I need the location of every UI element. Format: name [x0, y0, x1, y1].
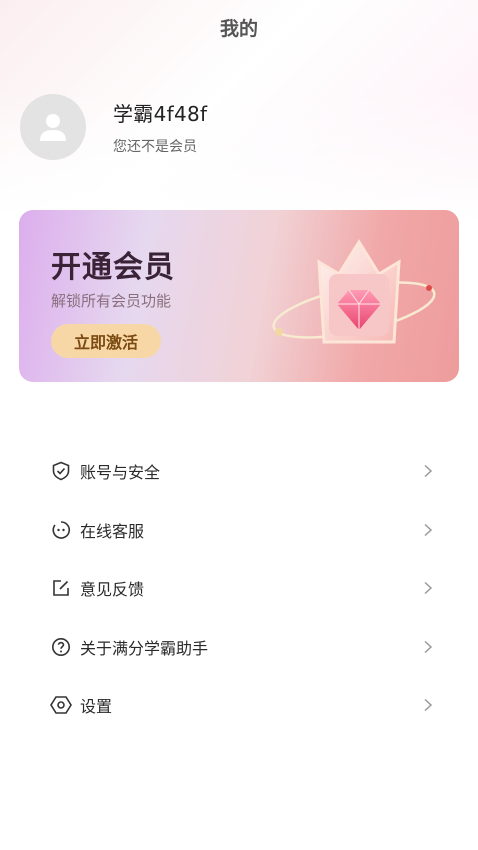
menu-item-label: 设置: [80, 697, 113, 717]
menu-item-account-security[interactable]: 账号与安全: [0, 442, 478, 501]
avatar[interactable]: [20, 94, 86, 160]
user-icon: [40, 114, 66, 141]
username: 学霸4f48f: [113, 102, 208, 126]
customer-service-icon: [50, 519, 72, 541]
vip-card[interactable]: 开通会员 解锁所有会员功能 立即激活: [19, 210, 459, 382]
menu-item-customer-service[interactable]: 在线客服: [0, 501, 478, 560]
settings-hexagon-icon: [50, 694, 72, 716]
menu-item-settings[interactable]: 设置: [0, 676, 478, 735]
menu-item-label: 账号与安全: [80, 463, 161, 483]
shield-check-icon: [50, 460, 72, 482]
settings-menu: 账号与安全 在线客服 意见反馈 关于满分学霸助手 设置: [0, 442, 478, 735]
profile-section[interactable]: 学霸4f48f 您还不是会员: [20, 94, 207, 160]
vip-title: 开通会员: [51, 250, 175, 285]
chevron-right-icon: [424, 582, 433, 595]
menu-item-label: 关于满分学霸助手: [80, 638, 209, 658]
activate-vip-button[interactable]: 立即激活: [51, 324, 161, 358]
edit-feedback-icon: [50, 577, 72, 599]
page-title: 我的: [219, 18, 258, 40]
member-status: 您还不是会员: [113, 139, 197, 155]
chevron-right-icon: [424, 640, 433, 653]
chevron-right-icon: [424, 699, 433, 712]
menu-item-label: 在线客服: [80, 521, 145, 541]
chevron-right-icon: [424, 523, 433, 536]
help-circle-icon: [50, 636, 72, 658]
diamond-crown-icon: [272, 239, 436, 344]
menu-item-about[interactable]: 关于满分学霸助手: [0, 618, 478, 677]
chevron-right-icon: [424, 465, 433, 478]
vip-subtitle: 解锁所有会员功能: [51, 292, 172, 310]
menu-item-label: 意见反馈: [80, 580, 145, 600]
menu-item-feedback[interactable]: 意见反馈: [0, 559, 478, 618]
